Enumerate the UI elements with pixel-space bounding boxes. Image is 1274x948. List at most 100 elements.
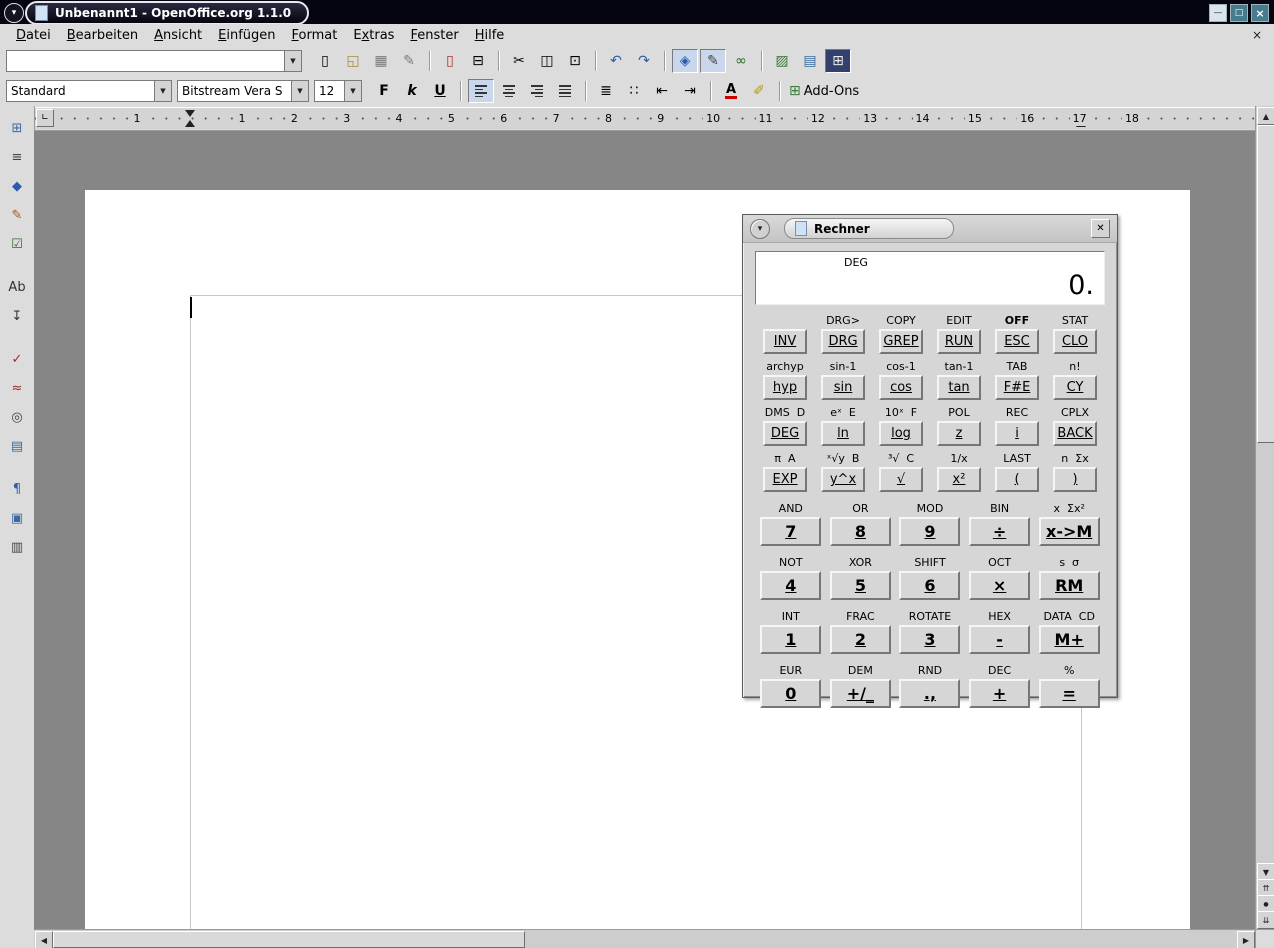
close-window-button[interactable]: × [1251, 4, 1269, 22]
calc-button-sym-b2-3[interactable]: - [969, 625, 1030, 654]
calc-button-5[interactable]: 5 [830, 571, 891, 600]
menu-hilfe[interactable]: Hilfe [467, 26, 513, 45]
calc-button-1[interactable]: 1 [760, 625, 821, 654]
calc-button-drg[interactable]: DRG [821, 329, 865, 354]
calc-button-0[interactable]: 0 [760, 679, 821, 708]
form-functions-icon[interactable]: ☑ [3, 232, 31, 256]
left-indent-marker[interactable] [185, 120, 195, 127]
tab-selector-button[interactable]: ∟ [36, 109, 54, 127]
calculator-titlebar[interactable]: ▾ Rechner ✕ [743, 215, 1117, 243]
insert-objects-icon[interactable]: ◆ [3, 174, 31, 198]
calc-button-9[interactable]: 9 [899, 517, 960, 546]
menu-bearbeiten[interactable]: Bearbeiten [59, 26, 146, 45]
align-left-button[interactable] [468, 79, 494, 103]
calc-button-x-m[interactable]: x->M [1039, 517, 1100, 546]
export-pdf-icon[interactable]: ▯ [437, 49, 463, 73]
bold-button[interactable]: F [371, 79, 397, 103]
insert-fields-icon[interactable]: ≡ [3, 145, 31, 169]
paragraph-style-combobox[interactable]: Standard ▼ [6, 80, 172, 102]
first-line-indent-marker[interactable] [185, 110, 195, 117]
paste-icon[interactable]: ⊡ [562, 49, 588, 73]
menu-extras[interactable]: Extras [345, 26, 402, 45]
horizontal-ruler[interactable]: 1123456789101112131415161718 [34, 107, 1256, 129]
calc-button-cy[interactable]: CY [1053, 375, 1097, 400]
calc-button-run[interactable]: RUN [937, 329, 981, 354]
calc-button-6[interactable]: 6 [899, 571, 960, 600]
new-document-icon[interactable]: ▯ [312, 49, 338, 73]
align-center-button[interactable] [496, 79, 522, 103]
calc-button-f-e[interactable]: F#E [995, 375, 1039, 400]
autospellcheck-icon[interactable]: ≈ [3, 376, 31, 400]
insert-icon[interactable]: ⊞ [3, 116, 31, 140]
vertical-scroll-thumb[interactable] [1257, 125, 1274, 443]
calc-button-clo[interactable]: CLO [1053, 329, 1097, 354]
scroll-up-button[interactable]: ▲ [1257, 107, 1274, 125]
menu-format[interactable]: Format [284, 26, 346, 45]
calc-button-esc[interactable]: ESC [995, 329, 1039, 354]
calc-button-i[interactable]: i [995, 421, 1039, 446]
draw-functions-icon[interactable]: ✎ [3, 203, 31, 227]
calculator-close-button[interactable]: ✕ [1091, 219, 1110, 238]
open-document-icon[interactable]: ◱ [340, 49, 366, 73]
cut-icon[interactable]: ✂ [506, 49, 532, 73]
calc-button-2[interactable]: 2 [830, 625, 891, 654]
calc-button-grep[interactable]: GREP [879, 329, 923, 354]
scroll-left-button[interactable]: ◀ [35, 931, 53, 948]
calc-button-inv[interactable]: INV [763, 329, 807, 354]
nonprinting-characters-icon[interactable]: ¶ [3, 477, 31, 501]
increase-indent-button[interactable]: ⇥ [677, 79, 703, 103]
calculator-addon-icon[interactable]: ⊞ [825, 49, 851, 73]
menu-einfgen[interactable]: Einfügen [210, 26, 283, 45]
next-page-button[interactable]: ⇊ [1257, 911, 1274, 929]
font-color-button[interactable]: A [718, 79, 744, 103]
calc-button-sym-b1-3[interactable]: × [969, 571, 1030, 600]
italic-button[interactable]: k [399, 79, 425, 103]
vertical-scrollbar[interactable]: ▲ ▼ ⇈ ● ⇊ [1255, 106, 1274, 930]
hyperlink-icon[interactable]: ∞ [728, 49, 754, 73]
save-document-icon[interactable]: ▦ [368, 49, 394, 73]
url-dropdown-arrow-icon[interactable]: ▼ [284, 51, 301, 71]
menu-ansicht[interactable]: Ansicht [146, 26, 210, 45]
addons-button[interactable]: ⊞Add-Ons [787, 79, 864, 103]
window-menu-button[interactable]: ▾ [4, 3, 24, 23]
calc-button-deg[interactable]: DEG [763, 421, 807, 446]
navigator-icon[interactable]: ◈ [672, 49, 698, 73]
horizontal-scroll-thumb[interactable] [53, 931, 525, 948]
underline-button[interactable]: U [427, 79, 453, 103]
font-name-combobox[interactable]: Bitstream Vera S ▼ [177, 80, 309, 102]
calc-button-sym-b3-1[interactable]: +/_ [830, 679, 891, 708]
calc-button-sin[interactable]: sin [821, 375, 865, 400]
calc-button-hyp[interactable]: hyp [763, 375, 807, 400]
calc-button-ln[interactable]: ln [821, 421, 865, 446]
calc-button-sym-s3-2[interactable]: √ [879, 467, 923, 492]
calc-button-sym-s3-4[interactable]: ( [995, 467, 1039, 492]
stylist-icon[interactable]: ✎ [700, 49, 726, 73]
menu-fenster[interactable]: Fenster [402, 26, 466, 45]
calc-button-sym-s3-5[interactable]: ) [1053, 467, 1097, 492]
url-combobox[interactable]: ▼ [6, 50, 302, 72]
gallery-icon[interactable]: ▨ [769, 49, 795, 73]
highlighting-button[interactable]: ✐ [746, 79, 772, 103]
calc-button-8[interactable]: 8 [830, 517, 891, 546]
calculator-menu-button[interactable]: ▾ [750, 219, 770, 239]
edit-file-icon[interactable]: ✎ [396, 49, 422, 73]
calc-button-back[interactable]: BACK [1053, 421, 1097, 446]
align-justify-button[interactable] [552, 79, 578, 103]
bullets-button[interactable]: ∷ [621, 79, 647, 103]
graphics-onoff-icon[interactable]: ▣ [3, 506, 31, 530]
numbering-button[interactable]: ≣ [593, 79, 619, 103]
calc-button-cos[interactable]: cos [879, 375, 923, 400]
print-icon[interactable]: ⊟ [465, 49, 491, 73]
online-layout-icon[interactable]: ▥ [3, 535, 31, 559]
document-close-icon[interactable]: × [1248, 28, 1266, 42]
undo-icon[interactable]: ↶ [603, 49, 629, 73]
direct-cursor-icon[interactable]: ↧ [3, 304, 31, 328]
find-replace-icon[interactable]: ◎ [3, 405, 31, 429]
style-dropdown-arrow-icon[interactable]: ▼ [154, 81, 171, 101]
decrease-indent-button[interactable]: ⇤ [649, 79, 675, 103]
calc-button-exp[interactable]: EXP [763, 467, 807, 492]
calc-button-sym-b3-4[interactable]: = [1039, 679, 1100, 708]
calc-button-4[interactable]: 4 [760, 571, 821, 600]
calc-button-y-x[interactable]: y^x [821, 467, 865, 492]
align-right-button[interactable] [524, 79, 550, 103]
